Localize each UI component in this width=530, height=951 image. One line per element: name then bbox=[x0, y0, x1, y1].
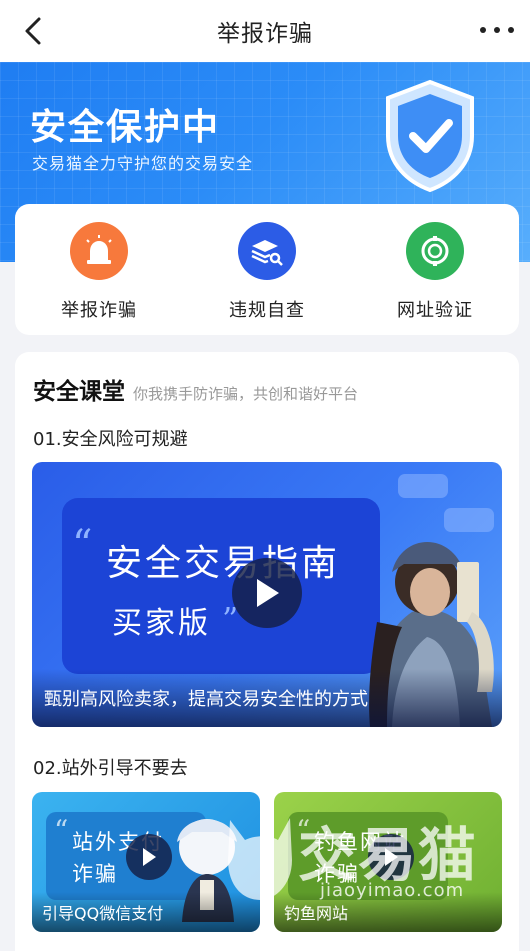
play-button[interactable] bbox=[232, 558, 302, 628]
section-subtitle: 你我携手防诈骗，共创和谐好平台 bbox=[133, 385, 359, 403]
hero-title: 安全保护中 bbox=[30, 107, 221, 148]
chat-bubble-decoration bbox=[398, 474, 448, 498]
video-caption: 引导QQ微信支付 bbox=[32, 892, 260, 932]
video-caption: 甄别高风险卖家，提高交易安全性的方式 bbox=[32, 669, 502, 727]
shield-check-icon bbox=[386, 79, 474, 193]
quote-mark-icon: “ bbox=[72, 522, 93, 568]
link-verify-icon bbox=[406, 222, 464, 280]
video-sub-text: 诈骗 bbox=[314, 862, 360, 886]
quick-action-label: 举报诈骗 bbox=[61, 300, 137, 321]
video-card-buyer-guide[interactable]: “ 安全交易指南 买家版 ” 甄别高风险卖家，提高交易安全性的方式 bbox=[32, 462, 502, 727]
dot-icon bbox=[494, 27, 500, 33]
video-sub-text: 诈骗 bbox=[72, 862, 118, 886]
dot-icon bbox=[508, 27, 514, 33]
lesson-title: 02.站外引导不要去 bbox=[33, 758, 188, 779]
section-header: 安全课堂 你我携手防诈骗，共创和谐好平台 bbox=[33, 372, 358, 406]
chevron-left-icon bbox=[25, 17, 41, 45]
play-button[interactable] bbox=[368, 834, 414, 880]
back-button[interactable] bbox=[18, 14, 48, 48]
page-title: 举报诈骗 bbox=[217, 21, 313, 47]
video-sub-text: 买家版 bbox=[112, 606, 211, 641]
alarm-icon bbox=[70, 222, 128, 280]
play-icon bbox=[385, 848, 398, 866]
layers-search-icon bbox=[238, 222, 296, 280]
quick-action-label: 网址验证 bbox=[397, 300, 473, 321]
quick-actions-card: 举报诈骗 违规自查 网址验证 bbox=[15, 204, 519, 335]
safety-class-card: 安全课堂 你我携手防诈骗，共创和谐好平台 01.安全风险可规避 “ 安全交易指南… bbox=[15, 352, 519, 951]
quick-action-url-verify[interactable]: 网址验证 bbox=[375, 222, 495, 335]
hero-subtitle: 交易猫全力守护您的交易安全 bbox=[32, 154, 254, 173]
play-icon bbox=[143, 848, 156, 866]
quick-action-label: 违规自查 bbox=[229, 300, 305, 321]
video-caption: 钓鱼网站 bbox=[274, 892, 502, 932]
lesson-title: 01.安全风险可规避 bbox=[33, 429, 188, 450]
play-button[interactable] bbox=[126, 834, 172, 880]
more-button[interactable] bbox=[480, 18, 514, 42]
section-title: 安全课堂 bbox=[33, 379, 125, 405]
nav-bar: 举报诈骗 bbox=[0, 0, 530, 62]
dot-icon bbox=[480, 27, 486, 33]
video-card-offsite-payment[interactable]: “ 站外支付 诈骗 引导QQ微信支付 bbox=[32, 792, 260, 932]
quote-mark-icon: “ bbox=[296, 814, 311, 847]
video-card-phishing-site[interactable]: “ 钓鱼网站 诈骗 钓鱼网站 bbox=[274, 792, 502, 932]
video-main-text: 安全交易指南 bbox=[106, 543, 341, 584]
quote-mark-icon: “ bbox=[54, 814, 69, 847]
play-icon bbox=[257, 579, 279, 607]
quick-action-self-check[interactable]: 违规自查 bbox=[207, 222, 327, 335]
quick-action-report-fraud[interactable]: 举报诈骗 bbox=[39, 222, 159, 335]
